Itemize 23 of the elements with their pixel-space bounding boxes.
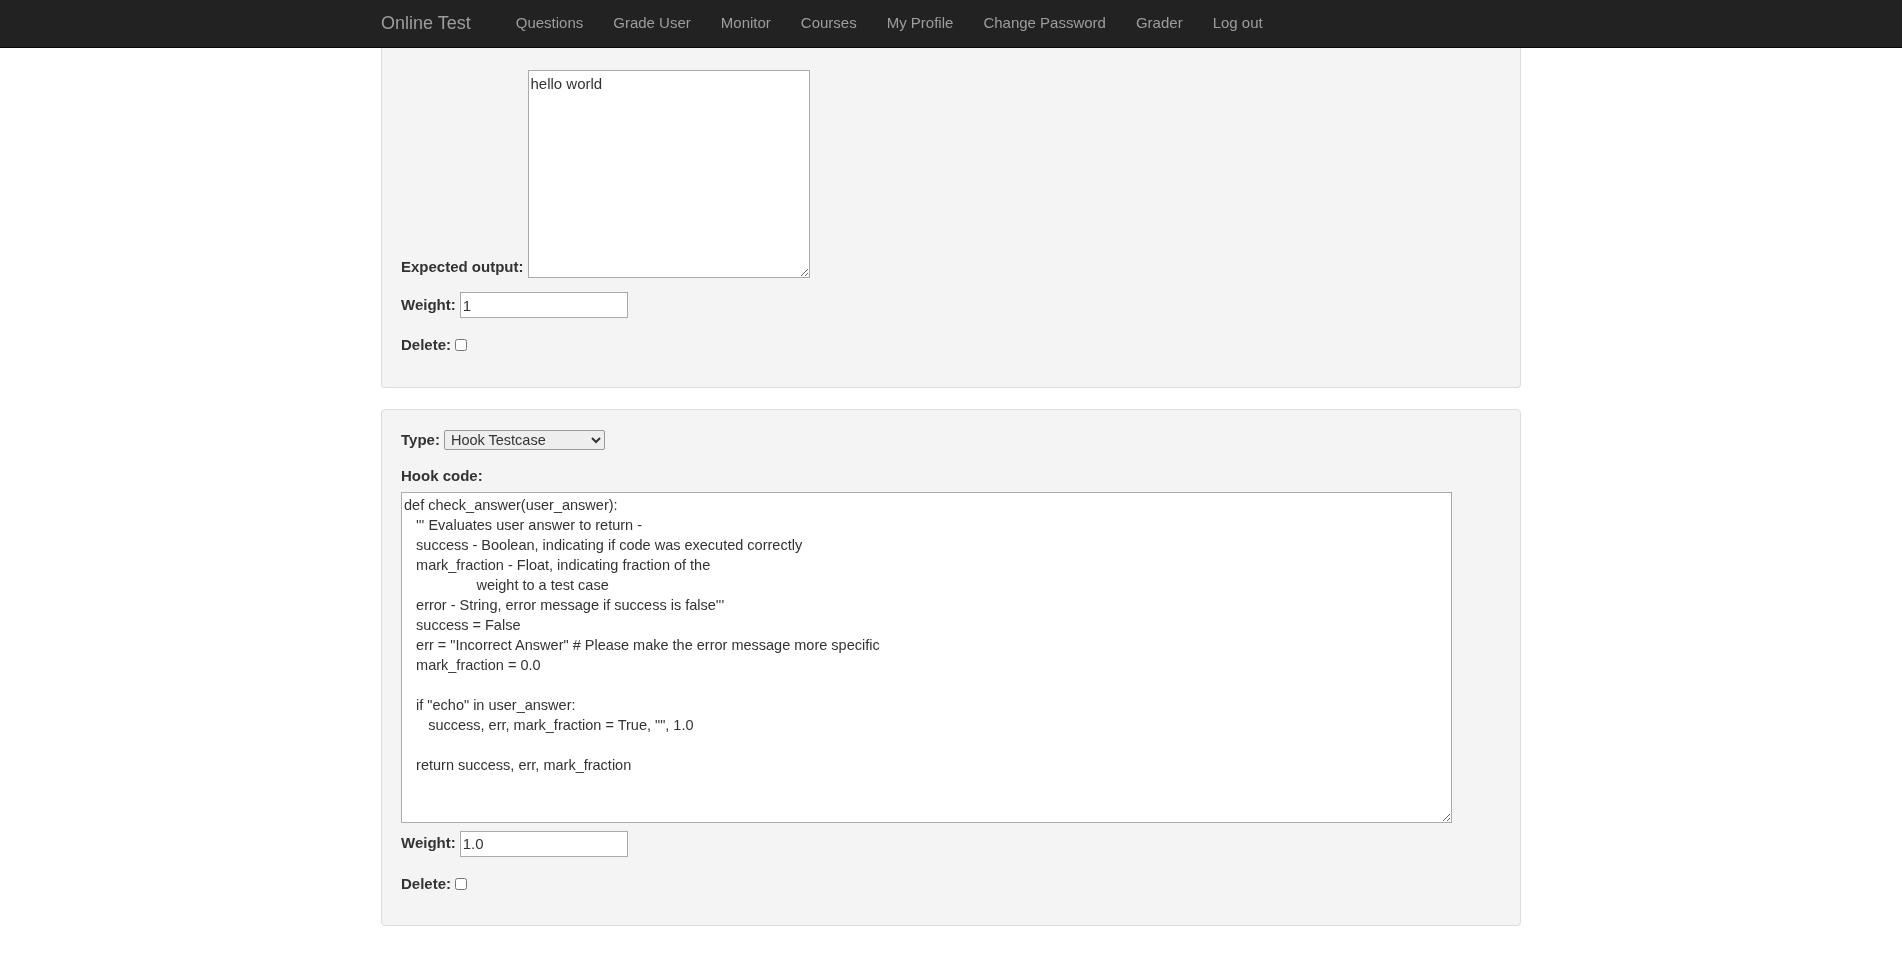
code-editor[interactable]: def check_answer(user_answer): ''' Evaluates user answer to return - success - Boolean, indicating if code was executed correctly mark_fraction - Float, indicating fraction of the weight to a test case error - String, error message if success is false''' success = False err = "Incorrect Answer" # Please make the error message more specific mark_fraction = 0.0 if "echo" in user_answer: success, err, mark_fraction = True, "", 1.0 return success, err, mark_fraction: [401, 491, 1452, 823]
field-label: Delete:: [401, 335, 452, 355]
expected-output-field[interactable]: hello world: [527, 70, 810, 278]
weight-field[interactable]: 1.0: [459, 830, 628, 857]
nav-link[interactable]: Grader: [1120, 12, 1198, 35]
field-label: Weight:: [401, 833, 456, 854]
nav-link[interactable]: Questions: [500, 12, 599, 35]
nav-link[interactable]: Log out: [1197, 12, 1278, 35]
field-label: Weight:: [401, 294, 456, 315]
field-label: Delete:: [401, 873, 452, 894]
field-label: Hook code:: [401, 467, 483, 484]
nav-link[interactable]: My Profile: [871, 12, 969, 35]
nav-link[interactable]: Grade User: [598, 12, 706, 35]
field-label: Type:: [401, 429, 440, 450]
weight-field[interactable]: 1: [459, 292, 628, 318]
nav-link[interactable]: Monitor: [705, 12, 786, 35]
delete-checkbox[interactable]: [455, 339, 468, 352]
delete-checkbox[interactable]: [455, 877, 468, 890]
type-dropdown[interactable]: Hook Testcase: [443, 429, 605, 450]
brand-link[interactable]: Online Test: [381, 10, 471, 37]
field-label: Expected output:: [401, 256, 524, 277]
nav-link[interactable]: Change Password: [968, 12, 1121, 35]
nav-link[interactable]: Courses: [785, 12, 872, 35]
